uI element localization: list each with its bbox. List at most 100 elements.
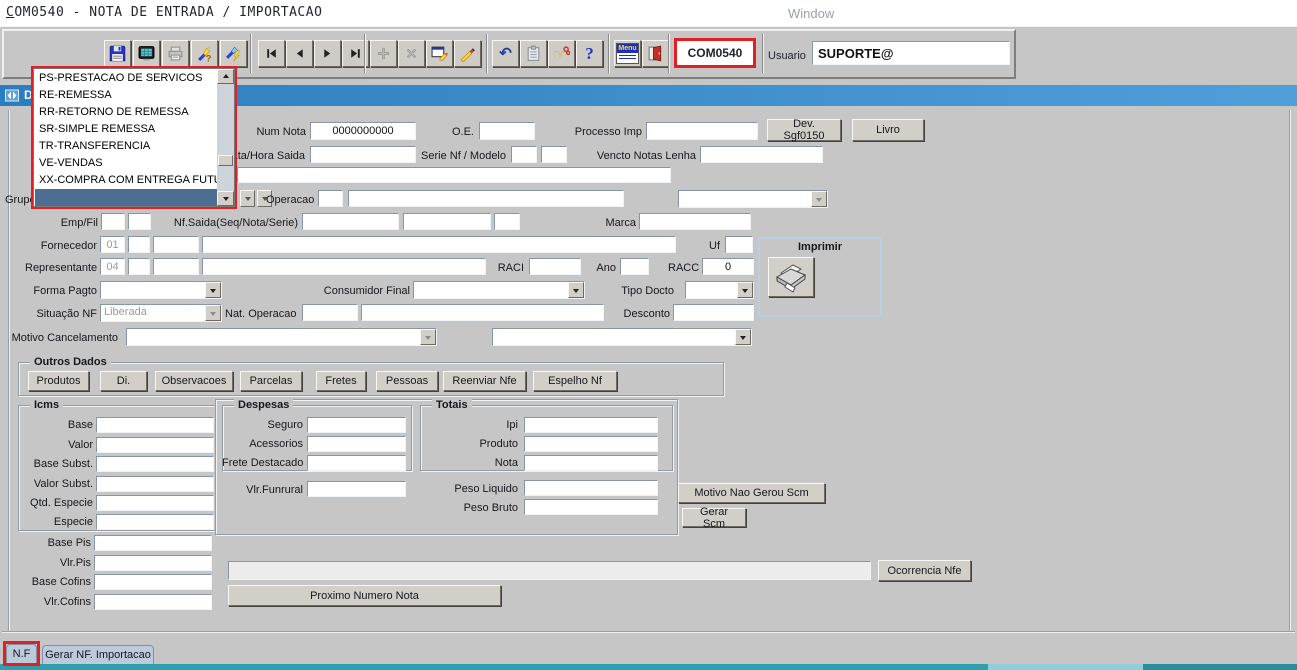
frete-destacado-input[interactable]	[307, 455, 406, 471]
motivo-cancelamento-combo-2[interactable]	[492, 328, 752, 346]
save-button[interactable]	[104, 40, 131, 67]
motivo-cancelamento-combo[interactable]	[126, 328, 437, 346]
delete-record-button[interactable]	[398, 40, 425, 67]
forma-pagto-combo[interactable]	[100, 281, 222, 299]
fornecedor-nome-input[interactable]	[202, 236, 676, 253]
chevron-down-icon[interactable]	[735, 329, 751, 345]
racc-input[interactable]	[702, 258, 754, 275]
pessoas-button[interactable]: Pessoas	[376, 371, 438, 391]
form-code-field[interactable]: COM0540	[674, 38, 756, 68]
icms-valor-subst-input[interactable]	[96, 476, 214, 492]
nota-input[interactable]	[524, 455, 658, 471]
vlr-pis-input[interactable]	[94, 555, 212, 571]
icms-base-subst-input[interactable]	[96, 456, 214, 472]
peso-bruto-input[interactable]	[524, 499, 658, 515]
scrollbar-thumb[interactable]	[218, 155, 233, 166]
seguro-input[interactable]	[307, 417, 406, 433]
peso-liquido-input[interactable]	[524, 480, 658, 496]
reenviar-nfe-button[interactable]: Reenviar Nfe	[443, 371, 526, 391]
previous-record-button[interactable]	[286, 40, 313, 67]
base-cofins-input[interactable]	[94, 574, 212, 590]
grupo-option[interactable]: PS-PRESTACAO DE SERVICOS	[35, 70, 220, 87]
fornecedor-tipo-input[interactable]	[100, 236, 125, 253]
dropdown-scrollbar[interactable]	[217, 69, 234, 206]
grupo-option-selected[interactable]	[35, 189, 220, 206]
motivo-nao-gerou-scm-button[interactable]: Motivo Nao Gerou Scm	[678, 483, 825, 503]
nat-operacao-code-input[interactable]	[302, 304, 358, 321]
insert-record-button[interactable]	[370, 40, 397, 67]
clipboard-button[interactable]	[520, 40, 547, 67]
help-button[interactable]: ?	[576, 40, 603, 67]
oe-input[interactable]	[479, 122, 535, 140]
nf-saida-seq-input[interactable]	[302, 213, 399, 230]
data-hora-saida-input[interactable]	[310, 146, 416, 163]
raci-input[interactable]	[529, 258, 581, 275]
descricao-input[interactable]	[237, 167, 671, 183]
dev-sgf0150-button[interactable]: Dev. Sgf0150	[767, 119, 841, 141]
livro-button[interactable]: Livro	[852, 119, 924, 141]
emp-input[interactable]	[101, 213, 125, 230]
nf-saida-nota-input[interactable]	[403, 213, 491, 230]
icms-base-input[interactable]	[96, 417, 214, 433]
exit-button[interactable]	[642, 40, 669, 67]
icms-valor-input[interactable]	[96, 437, 214, 453]
undo-button[interactable]: ↶	[492, 40, 519, 67]
vlr-funrural-input[interactable]	[307, 481, 406, 497]
grupo-option[interactable]: TR-TRANSFERENCIA	[35, 138, 220, 155]
acessorios-input[interactable]	[307, 436, 406, 452]
menu-button[interactable]: Menu	[614, 40, 641, 67]
grupo-option[interactable]: RE-REMESSA	[35, 87, 220, 104]
operacao-desc-input[interactable]	[348, 190, 624, 207]
operacao-code-input[interactable]	[318, 190, 343, 207]
icms-qtd-especie-input[interactable]	[96, 495, 214, 511]
grupo-option[interactable]: XX-COMPRA COM ENTREGA FUTURA	[35, 172, 220, 189]
nf-saida-serie-input[interactable]	[494, 213, 520, 230]
tab-nf[interactable]: N.F	[6, 644, 37, 663]
num-nota-input[interactable]	[310, 122, 416, 140]
fornecedor-code2-input[interactable]	[153, 236, 199, 253]
representante-code-input[interactable]	[128, 258, 150, 275]
representante-code2-input[interactable]	[153, 258, 199, 275]
query-button[interactable]: ?	[191, 40, 218, 67]
ocorrencia-nfe-button[interactable]: Ocorrencia Nfe	[878, 560, 971, 581]
chevron-down-icon[interactable]	[420, 329, 436, 345]
next-record-button[interactable]	[314, 40, 341, 67]
scroll-up-icon[interactable]	[217, 69, 234, 84]
first-record-button[interactable]	[258, 40, 285, 67]
proximo-numero-nota-button[interactable]: Proximo Numero Nota	[228, 585, 501, 606]
nat-operacao-desc-input[interactable]	[361, 304, 604, 321]
usuario-input[interactable]	[812, 41, 1010, 65]
grupo-combo-arrow[interactable]	[240, 190, 255, 207]
modelo-input[interactable]	[541, 146, 567, 163]
situacao-nf-combo[interactable]: Liberada	[100, 304, 222, 322]
ipi-input[interactable]	[524, 417, 658, 433]
fil-input[interactable]	[128, 213, 151, 230]
scroll-down-icon[interactable]	[217, 191, 234, 206]
espelho-nf-button[interactable]: Espelho Nf	[533, 371, 617, 391]
vencto-notas-lenha-input[interactable]	[700, 146, 823, 163]
produtos-button[interactable]: Produtos	[28, 371, 89, 391]
representante-tipo-input[interactable]	[100, 258, 125, 275]
grupo-option[interactable]: SR-SIMPLE REMESSA	[35, 121, 220, 138]
execute-button[interactable]	[220, 40, 247, 67]
produto-input[interactable]	[524, 436, 658, 452]
display-button[interactable]	[133, 40, 160, 67]
desconto-input[interactable]	[673, 304, 754, 321]
keys-button[interactable]: ☞	[548, 40, 575, 67]
chevron-down-icon[interactable]	[568, 282, 584, 298]
fretes-button[interactable]: Fretes	[316, 371, 366, 391]
imprimir-button[interactable]	[768, 257, 814, 297]
serie-nf-input[interactable]	[511, 146, 537, 163]
marca-input[interactable]	[639, 213, 751, 230]
print-button[interactable]	[162, 40, 189, 67]
grupo-option[interactable]: RR-RETORNO DE REMESSA	[35, 104, 220, 121]
chevron-down-icon[interactable]	[737, 282, 753, 298]
gerar-scm-button[interactable]: Gerar Scm	[682, 508, 746, 527]
edit-record-button[interactable]	[426, 40, 453, 67]
vlr-cofins-input[interactable]	[94, 594, 212, 610]
observacoes-button[interactable]: Observacoes	[155, 371, 233, 391]
icms-especie-input[interactable]	[96, 514, 214, 530]
grupo-option[interactable]: VE-VENDAS	[35, 155, 220, 172]
ano-input[interactable]	[620, 258, 649, 275]
representante-nome-input[interactable]	[202, 258, 486, 275]
